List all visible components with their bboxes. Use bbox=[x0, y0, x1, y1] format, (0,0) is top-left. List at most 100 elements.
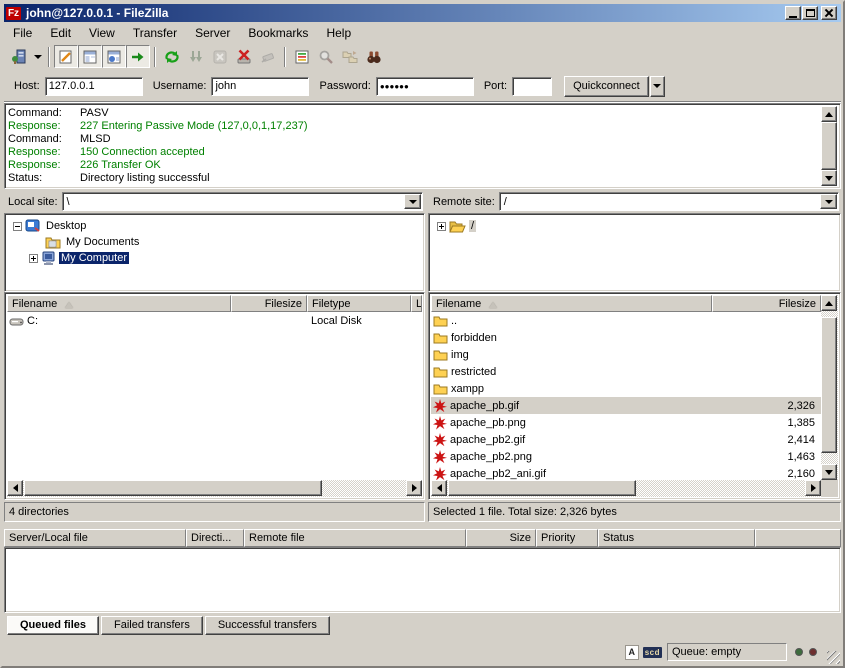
menu-edit[interactable]: Edit bbox=[41, 24, 80, 42]
disconnect-icon bbox=[236, 49, 252, 65]
table-row[interactable]: apache_pb.png1,385 bbox=[431, 414, 821, 431]
host-input[interactable] bbox=[45, 77, 143, 96]
tab-failed-transfers[interactable]: Failed transfers bbox=[101, 616, 203, 635]
log-scrollbar[interactable] bbox=[821, 106, 838, 186]
find-files-button[interactable] bbox=[362, 45, 386, 68]
filter-button[interactable] bbox=[290, 45, 314, 68]
column-header-server-local-file[interactable]: Server/Local file bbox=[4, 529, 186, 547]
remote-site-combo[interactable]: / bbox=[499, 192, 839, 211]
synchronized-browsing-button[interactable] bbox=[338, 45, 362, 68]
remote-site-dropdown-button[interactable] bbox=[820, 194, 837, 209]
local-status-text: 4 directories bbox=[9, 506, 69, 518]
tree-item-my-documents[interactable]: My Documents bbox=[45, 234, 141, 250]
local-horizontal-scrollbar[interactable] bbox=[7, 480, 422, 497]
local-site-dropdown-button[interactable] bbox=[404, 194, 421, 209]
directory-comparison-button[interactable] bbox=[314, 45, 338, 68]
table-row[interactable]: forbidden bbox=[431, 329, 821, 346]
remote-tree: / bbox=[428, 213, 841, 292]
expand-icon[interactable] bbox=[437, 222, 446, 231]
menu-bookmarks[interactable]: Bookmarks bbox=[239, 24, 317, 42]
site-manager-icon bbox=[11, 49, 27, 65]
maximize-button[interactable] bbox=[802, 6, 818, 20]
toggle-message-log-button[interactable] bbox=[54, 45, 78, 68]
collapse-icon[interactable] bbox=[13, 222, 22, 231]
column-header-priority[interactable]: Priority bbox=[536, 529, 598, 547]
table-row[interactable]: .. bbox=[431, 312, 821, 329]
cancel-button[interactable] bbox=[208, 45, 232, 68]
column-header-filetype[interactable]: Filetype bbox=[307, 295, 411, 312]
toggle-transfer-queue-button[interactable] bbox=[126, 45, 150, 68]
username-input[interactable] bbox=[211, 77, 309, 96]
column-header-filename[interactable]: Filename bbox=[431, 295, 712, 312]
local-list-header: Filename Filesize Filetype L bbox=[7, 295, 422, 312]
port-input[interactable] bbox=[512, 77, 552, 96]
table-row[interactable]: C: Local Disk bbox=[7, 312, 422, 329]
host-label: Host: bbox=[14, 80, 40, 92]
tree-item-desktop[interactable]: Desktop bbox=[13, 218, 88, 234]
local-site-combo[interactable]: \ bbox=[62, 192, 423, 211]
table-row[interactable]: apache_pb2_ani.gif2,160 bbox=[431, 465, 821, 480]
window-title: john@127.0.0.1 - FileZilla bbox=[26, 6, 784, 20]
scrollbar-thumb[interactable] bbox=[448, 480, 636, 496]
toggle-local-tree-button[interactable] bbox=[78, 45, 102, 68]
titlebar[interactable]: Fz john@127.0.0.1 - FileZilla bbox=[4, 4, 841, 22]
column-header-size[interactable]: Size bbox=[466, 529, 536, 547]
column-header-status[interactable]: Status bbox=[598, 529, 755, 547]
menu-help[interactable]: Help bbox=[317, 24, 360, 42]
password-input[interactable] bbox=[376, 77, 474, 96]
process-queue-button[interactable] bbox=[184, 45, 208, 68]
expand-icon[interactable] bbox=[29, 254, 38, 263]
scroll-right-button[interactable] bbox=[805, 480, 821, 496]
refresh-button[interactable] bbox=[160, 45, 184, 68]
reconnect-button[interactable] bbox=[256, 45, 280, 68]
table-row[interactable]: apache_pb2.gif2,414 bbox=[431, 431, 821, 448]
disconnect-button[interactable] bbox=[232, 45, 256, 68]
quickconnect-dropdown-button[interactable] bbox=[650, 76, 665, 97]
remote-horizontal-scrollbar[interactable] bbox=[431, 480, 821, 497]
scroll-up-button[interactable] bbox=[821, 106, 837, 122]
remote-vertical-scrollbar[interactable] bbox=[821, 295, 838, 480]
folder-icon bbox=[433, 383, 448, 395]
menu-server[interactable]: Server bbox=[186, 24, 239, 42]
tab-successful-transfers[interactable]: Successful transfers bbox=[205, 616, 330, 635]
scroll-down-button[interactable] bbox=[821, 170, 837, 186]
table-row[interactable]: img bbox=[431, 346, 821, 363]
toggle-remote-tree-button[interactable] bbox=[102, 45, 126, 68]
scrollbar-thumb[interactable] bbox=[821, 317, 837, 453]
scrollbar-thumb[interactable] bbox=[821, 122, 837, 170]
table-row[interactable]: apache_pb2.png1,463 bbox=[431, 448, 821, 465]
column-header-filename[interactable]: Filename bbox=[7, 295, 231, 312]
menu-view[interactable]: View bbox=[80, 24, 124, 42]
site-manager-dropdown-button[interactable] bbox=[31, 45, 44, 68]
column-header-remote-file[interactable]: Remote file bbox=[244, 529, 466, 547]
table-row[interactable]: xampp bbox=[431, 380, 821, 397]
remote-list-body: .. forbidden img restricted xampp apache… bbox=[431, 312, 821, 480]
column-header-lastmodified[interactable]: L bbox=[411, 295, 422, 312]
scroll-right-button[interactable] bbox=[406, 480, 422, 496]
close-button[interactable] bbox=[821, 6, 837, 20]
column-header-filesize[interactable]: Filesize bbox=[231, 295, 307, 312]
chevron-down-icon bbox=[825, 200, 833, 208]
column-header-filesize[interactable]: Filesize bbox=[712, 295, 821, 312]
column-header-direction[interactable]: Directi... bbox=[186, 529, 244, 547]
table-row-selected[interactable]: apache_pb.gif2,326 bbox=[431, 397, 821, 414]
tree-item-my-computer[interactable]: My Computer bbox=[29, 250, 129, 266]
quickconnect-button[interactable]: Quickconnect bbox=[564, 76, 649, 97]
menu-transfer[interactable]: Transfer bbox=[124, 24, 186, 42]
scroll-left-button[interactable] bbox=[431, 480, 447, 496]
table-row[interactable]: restricted bbox=[431, 363, 821, 380]
minimize-button[interactable] bbox=[785, 6, 801, 20]
scroll-down-button[interactable] bbox=[821, 464, 837, 480]
resize-grip[interactable] bbox=[827, 651, 840, 664]
tab-queued-files[interactable]: Queued files bbox=[7, 616, 99, 635]
scroll-left-button[interactable] bbox=[7, 480, 23, 496]
local-list-body: C: Local Disk bbox=[7, 312, 422, 480]
message-log-icon bbox=[58, 49, 74, 65]
menu-file[interactable]: File bbox=[4, 24, 41, 42]
transfer-queue-icon bbox=[130, 49, 146, 65]
scroll-up-button[interactable] bbox=[821, 295, 837, 311]
site-manager-button[interactable] bbox=[7, 45, 31, 68]
scrollbar-thumb[interactable] bbox=[24, 480, 322, 496]
tree-item-root[interactable]: / bbox=[437, 218, 476, 234]
arrow-up-icon bbox=[825, 297, 833, 306]
